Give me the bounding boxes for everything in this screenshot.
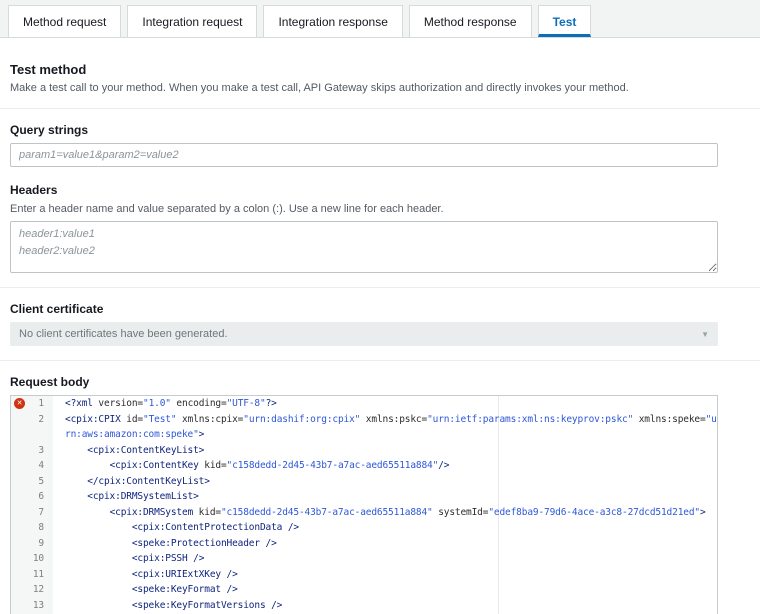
code-line: <cpix:ContentKeyList> [53,443,717,459]
code-line: <cpix:DRMSystemList> [53,489,717,505]
line-number: 2 [11,412,53,443]
query-strings-input[interactable] [10,143,718,167]
error-icon: ✕ [14,398,25,409]
line-number: ✕1 [11,396,53,412]
headers-label: Headers [10,183,718,197]
code-line: <cpix:DRMSystem kid="c158dedd-2d45-43b7-… [53,505,717,521]
divider [0,287,760,288]
line-number: 13 [11,598,53,614]
code-line: <cpix:ContentKey kid="c158dedd-2d45-43b7… [53,458,717,474]
tab-bar: Method requestIntegration requestIntegra… [0,0,760,38]
tab-test[interactable]: Test [538,5,592,37]
query-strings-section: Query strings [10,123,718,167]
headers-section: Headers Enter a header name and value se… [10,183,718,273]
code-line: <?xml version="1.0" encoding="UTF-8"?> [53,396,717,412]
line-number: 6 [11,489,53,505]
query-strings-label: Query strings [10,123,718,137]
code-line: </cpix:ContentKeyList> [53,474,717,490]
code-line: <speke:KeyFormat /> [53,582,717,598]
divider [0,108,760,109]
tab-integration-response[interactable]: Integration response [263,5,402,37]
tab-method-response[interactable]: Method response [409,5,532,37]
code-line: <cpix:ContentProtectionData /> [53,520,717,536]
page-title: Test method [10,62,718,77]
line-number: 11 [11,567,53,583]
code-line: <cpix:PSSH /> [53,551,717,567]
headers-description: Enter a header name and value separated … [10,203,718,215]
code-line: <cpix:CPIX id="Test" xmlns:cpix="urn:das… [53,412,717,443]
test-method-section: Test method Make a test call to your met… [10,62,718,94]
line-number: 3 [11,443,53,459]
client-certificate-select: No client certificates have been generat… [10,322,718,346]
client-certificate-section: Client certificate No client certificate… [10,302,718,346]
client-certificate-label: Client certificate [10,302,718,316]
line-number: 7 [11,505,53,521]
line-number: 12 [11,582,53,598]
line-number: 10 [11,551,53,567]
page: Method requestIntegration requestIntegra… [0,0,760,614]
line-number: 9 [11,536,53,552]
request-body-editor[interactable]: ✕1<?xml version="1.0" encoding="UTF-8"?>… [10,395,718,614]
divider [0,360,760,361]
request-body-section: Request body ✕1<?xml version="1.0" encod… [10,375,718,614]
code-line: <speke:ProtectionHeader /> [53,536,717,552]
request-body-label: Request body [10,375,718,389]
tab-integration-request[interactable]: Integration request [127,5,257,37]
code-line: <cpix:URIExtXKey /> [53,567,717,583]
code-line: <speke:KeyFormatVersions /> [53,598,717,614]
chevron-down-icon: ▼ [701,330,709,339]
tab-method-request[interactable]: Method request [8,5,121,37]
client-certificate-value: No client certificates have been generat… [19,328,228,340]
line-number: 8 [11,520,53,536]
line-number: 5 [11,474,53,490]
line-number: 4 [11,458,53,474]
page-description: Make a test call to your method. When yo… [10,82,718,94]
headers-textarea[interactable] [10,221,718,273]
